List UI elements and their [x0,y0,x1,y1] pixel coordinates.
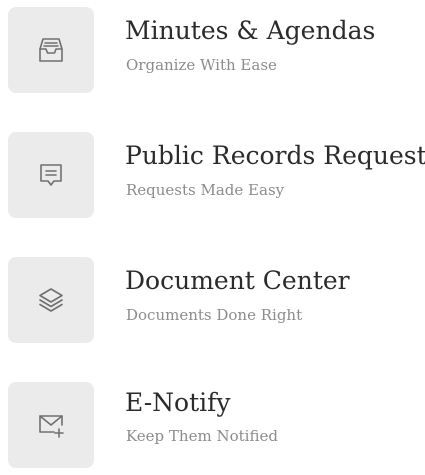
menu-item-subtitle: Organize With Ease [126,56,277,74]
services-menu-list: Minutes & Agendas Organize With Ease Pub… [0,0,425,468]
menu-item-subtitle: Requests Made Easy [126,181,285,199]
icon-tile [8,257,94,343]
layers-icon [39,288,63,312]
menu-item-title: E-Notify [125,388,231,417]
menu-item-document-center[interactable]: Document Center Documents Done Right [0,250,425,350]
menu-item-title: Minutes & Agendas [125,16,376,45]
menu-item-title: Document Center [125,266,350,295]
menu-item-subtitle: Keep Them Notified [126,427,278,445]
icon-tile [8,382,94,468]
inbox-tray-icon [39,38,63,62]
menu-item-minutes-agendas[interactable]: Minutes & Agendas Organize With Ease [0,0,425,100]
menu-item-public-records-request[interactable]: Public Records Request Requests Made Eas… [0,125,425,225]
menu-item-title: Public Records Request [125,141,425,170]
menu-item-subtitle: Documents Done Right [126,306,303,324]
icon-tile [8,132,94,218]
icon-tile [8,7,94,93]
message-square-icon [40,164,62,186]
menu-item-e-notify[interactable]: E-Notify Keep Them Notified [0,375,425,475]
mail-plus-icon [39,415,64,438]
